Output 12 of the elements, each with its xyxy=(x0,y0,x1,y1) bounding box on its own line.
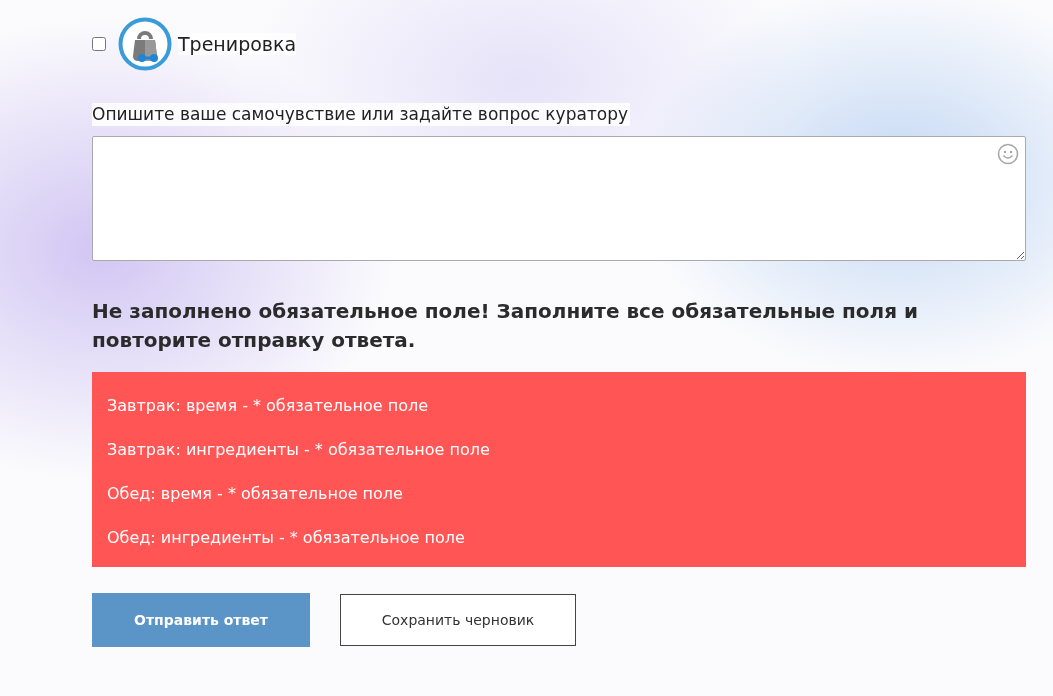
error-item: Обед: ингредиенты - * обязательное поле xyxy=(107,527,466,549)
comment-field[interactable] xyxy=(92,136,1026,261)
task-label: Тренировка xyxy=(178,33,297,55)
field-label: Опишите ваше самочувствие или задайте вопрос куратору xyxy=(92,103,631,126)
error-message: Не заполнено обязательное поле! Заполните все обязательные поля и повторите отправку ответа. xyxy=(92,298,920,354)
error-item: Завтрак: время - * обязательное поле xyxy=(107,395,429,417)
kettlebell-icon xyxy=(118,17,172,71)
checkbox[interactable] xyxy=(92,37,106,51)
error-item: Обед: время - * обязательное поле xyxy=(107,483,404,505)
save-draft-button[interactable]: Сохранить черновик xyxy=(340,594,576,646)
error-item: Завтрак: ингредиенты - * обязательное поле xyxy=(107,439,491,461)
smiley-icon[interactable] xyxy=(997,143,1019,165)
